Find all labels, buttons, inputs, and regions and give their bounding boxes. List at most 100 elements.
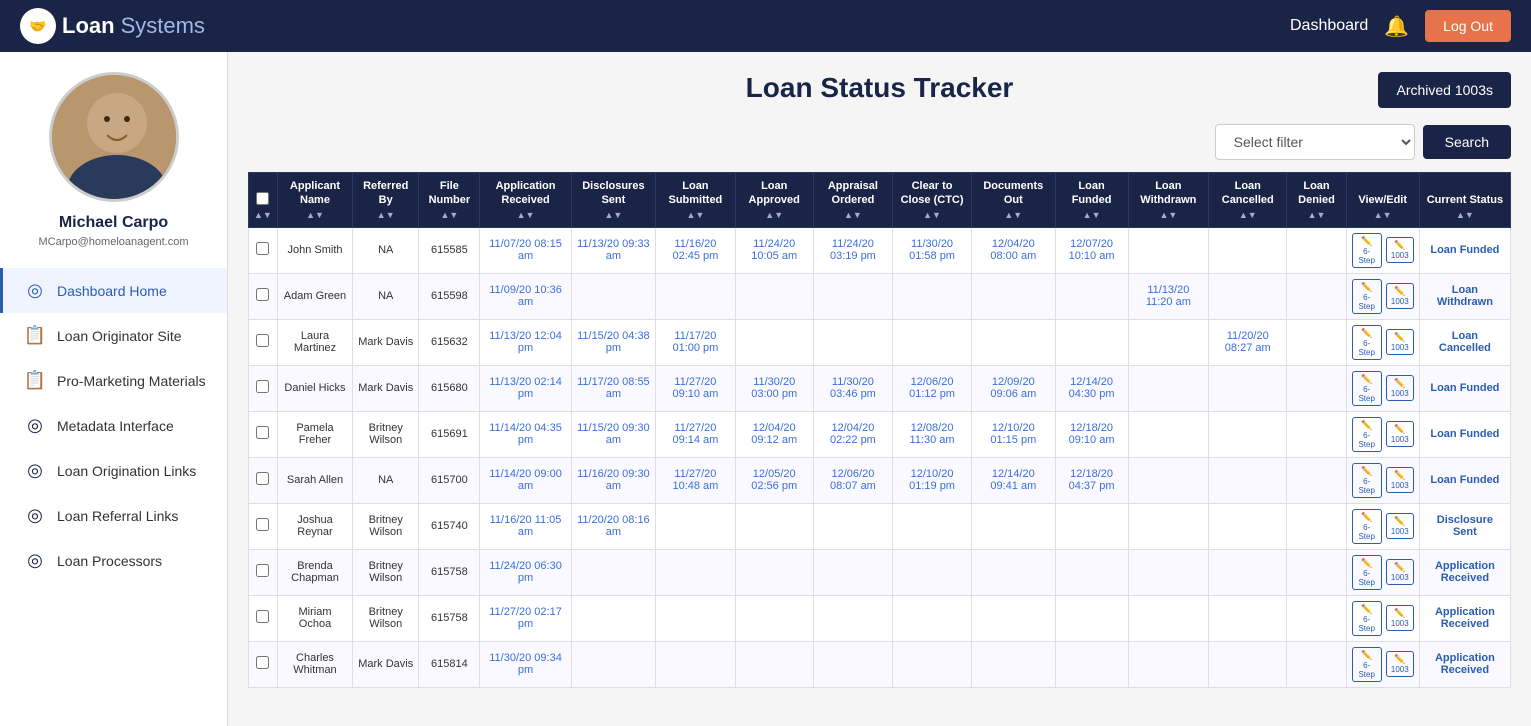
row-appraisal-ordered: 12/06/20 08:07 am [813, 457, 892, 503]
row-application-received: 11/30/20 09:34 pm [480, 641, 571, 687]
row-checkbox-7[interactable] [256, 564, 269, 577]
loan-submitted-sort-icon[interactable]: ▲▼ [686, 210, 704, 220]
loan-cancelled-sort-icon[interactable]: ▲▼ [1239, 210, 1257, 220]
row-checkbox-3[interactable] [256, 380, 269, 393]
row-file-number: 615758 [419, 595, 480, 641]
sidebar-item-loan-originator-site[interactable]: 📋 Loan Originator Site [0, 313, 227, 358]
loan-denied-sort-icon[interactable]: ▲▼ [1308, 210, 1326, 220]
edit-6step-button-9[interactable]: ✏️6-Step [1352, 647, 1382, 682]
avatar [49, 72, 179, 202]
row-application-received: 11/09/20 10:36 am [480, 273, 571, 319]
select-all-checkbox[interactable] [256, 192, 269, 205]
edit-6step-button-0[interactable]: ✏️6-Step [1352, 233, 1382, 268]
notification-bell-icon[interactable]: 🔔 [1384, 14, 1409, 39]
row-view-edit: ✏️6-Step ✏️1003 [1346, 641, 1419, 687]
user-name: Michael Carpo [59, 214, 168, 232]
row-view-edit: ✏️6-Step ✏️1003 [1346, 227, 1419, 273]
page-title: Loan Status Tracker [669, 72, 1090, 104]
topnav-right: Dashboard 🔔 Log Out [1290, 10, 1511, 42]
row-clear-to-close: 12/06/20 01:12 pm [893, 365, 972, 411]
sidebar-item-loan-processors[interactable]: ◎ Loan Processors [0, 538, 227, 583]
view-edit-sort-icon[interactable]: ▲▼ [1374, 210, 1392, 220]
row-checkbox-2[interactable] [256, 334, 269, 347]
logo-icon: 🤝 [20, 8, 56, 44]
edit-1003-button-4[interactable]: ✏️1003 [1386, 421, 1414, 447]
col-application-received: Application Received ▲▼ [480, 173, 571, 228]
appraisal-ordered-sort-icon[interactable]: ▲▼ [844, 210, 862, 220]
edit-1003-button-5[interactable]: ✏️1003 [1386, 467, 1414, 493]
row-referred-by: Mark Davis [353, 365, 419, 411]
sidebar-item-pro-marketing-materials[interactable]: 📋 Pro-Marketing Materials [0, 358, 227, 403]
row-loan-denied [1287, 411, 1346, 457]
edit-6step-button-1[interactable]: ✏️6-Step [1352, 279, 1382, 314]
sidebar-item-loan-referral-links[interactable]: ◎ Loan Referral Links [0, 493, 227, 538]
current-status-sort-icon[interactable]: ▲▼ [1456, 210, 1474, 220]
loan-funded-sort-icon[interactable]: ▲▼ [1083, 210, 1101, 220]
edit-1003-button-8[interactable]: ✏️1003 [1386, 605, 1414, 631]
sidebar-item-dashboard-home[interactable]: ◎ Dashboard Home [0, 268, 227, 313]
dashboard-link[interactable]: Dashboard [1290, 17, 1368, 35]
row-loan-denied [1287, 227, 1346, 273]
search-button[interactable]: Search [1423, 125, 1511, 159]
edit-1003-button-2[interactable]: ✏️1003 [1386, 329, 1414, 355]
edit-1003-button-0[interactable]: ✏️1003 [1386, 237, 1414, 263]
row-loan-submitted [656, 641, 735, 687]
row-checkbox-5[interactable] [256, 472, 269, 485]
row-file-number: 615700 [419, 457, 480, 503]
row-loan-withdrawn [1128, 595, 1208, 641]
edit-1003-button-7[interactable]: ✏️1003 [1386, 559, 1414, 585]
edit-1003-button-6[interactable]: ✏️1003 [1386, 513, 1414, 539]
loan-origination-links-icon: ◎ [23, 460, 47, 481]
edit-1003-button-1[interactable]: ✏️1003 [1386, 283, 1414, 309]
row-file-number: 615632 [419, 319, 480, 365]
logout-button[interactable]: Log Out [1425, 10, 1511, 42]
row-checkbox-1[interactable] [256, 288, 269, 301]
applicant-name-sort-icon[interactable]: ▲▼ [306, 210, 324, 220]
edit-1003-button-9[interactable]: ✏️1003 [1386, 651, 1414, 677]
row-loan-withdrawn [1128, 227, 1208, 273]
edit-6step-button-2[interactable]: ✏️6-Step [1352, 325, 1382, 360]
logo[interactable]: 🤝 LoanSystems [20, 8, 205, 44]
edit-1003-button-3[interactable]: ✏️1003 [1386, 375, 1414, 401]
row-documents-out: 12/14/20 09:41 am [972, 457, 1055, 503]
row-documents-out [972, 595, 1055, 641]
loan-approved-sort-icon[interactable]: ▲▼ [765, 210, 783, 220]
edit-6step-button-8[interactable]: ✏️6-Step [1352, 601, 1382, 636]
row-loan-cancelled [1209, 227, 1287, 273]
row-application-received: 11/14/20 04:35 pm [480, 411, 571, 457]
sidebar-item-metadata-interface[interactable]: ◎ Metadata Interface [0, 403, 227, 448]
row-checkbox-9[interactable] [256, 656, 269, 669]
avatar-image [52, 75, 176, 199]
clear-to-close-sort-icon[interactable]: ▲▼ [923, 210, 941, 220]
edit-6step-button-5[interactable]: ✏️6-Step [1352, 463, 1382, 498]
row-disclosures-sent [571, 595, 656, 641]
referred-by-sort-icon[interactable]: ▲▼ [377, 210, 395, 220]
edit-6step-button-6[interactable]: ✏️6-Step [1352, 509, 1382, 544]
app-received-sort-icon[interactable]: ▲▼ [517, 210, 535, 220]
col-referred-by: Referred By ▲▼ [353, 173, 419, 228]
file-number-sort-icon[interactable]: ▲▼ [440, 210, 458, 220]
row-current-status: Loan Funded [1419, 457, 1510, 503]
row-checkbox-0[interactable] [256, 242, 269, 255]
row-loan-withdrawn [1128, 411, 1208, 457]
filter-select[interactable]: Select filter [1215, 124, 1415, 160]
edit-6step-button-4[interactable]: ✏️6-Step [1352, 417, 1382, 452]
row-checkbox-8[interactable] [256, 610, 269, 623]
sidebar-item-loan-origination-links[interactable]: ◎ Loan Origination Links [0, 448, 227, 493]
loan-withdrawn-sort-icon[interactable]: ▲▼ [1159, 210, 1177, 220]
disclosures-sent-sort-icon[interactable]: ▲▼ [604, 210, 622, 220]
row-referred-by: Mark Davis [353, 641, 419, 687]
row-checkbox-6[interactable] [256, 518, 269, 531]
row-checkbox-4[interactable] [256, 426, 269, 439]
edit-6step-button-3[interactable]: ✏️6-Step [1352, 371, 1382, 406]
row-applicant-name: Charles Whitman [277, 641, 352, 687]
row-loan-cancelled [1209, 365, 1287, 411]
documents-out-sort-icon[interactable]: ▲▼ [1004, 210, 1022, 220]
table-row: Daniel Hicks Mark Davis 615680 11/13/20 … [249, 365, 1511, 411]
loan-originator-site-icon: 📋 [23, 325, 47, 346]
archived-button[interactable]: Archived 1003s [1378, 72, 1511, 108]
table-row: John Smith NA 615585 11/07/20 08:15 am 1… [249, 227, 1511, 273]
row-loan-approved: 11/30/20 03:00 pm [735, 365, 813, 411]
row-appraisal-ordered [813, 503, 892, 549]
edit-6step-button-7[interactable]: ✏️6-Step [1352, 555, 1382, 590]
